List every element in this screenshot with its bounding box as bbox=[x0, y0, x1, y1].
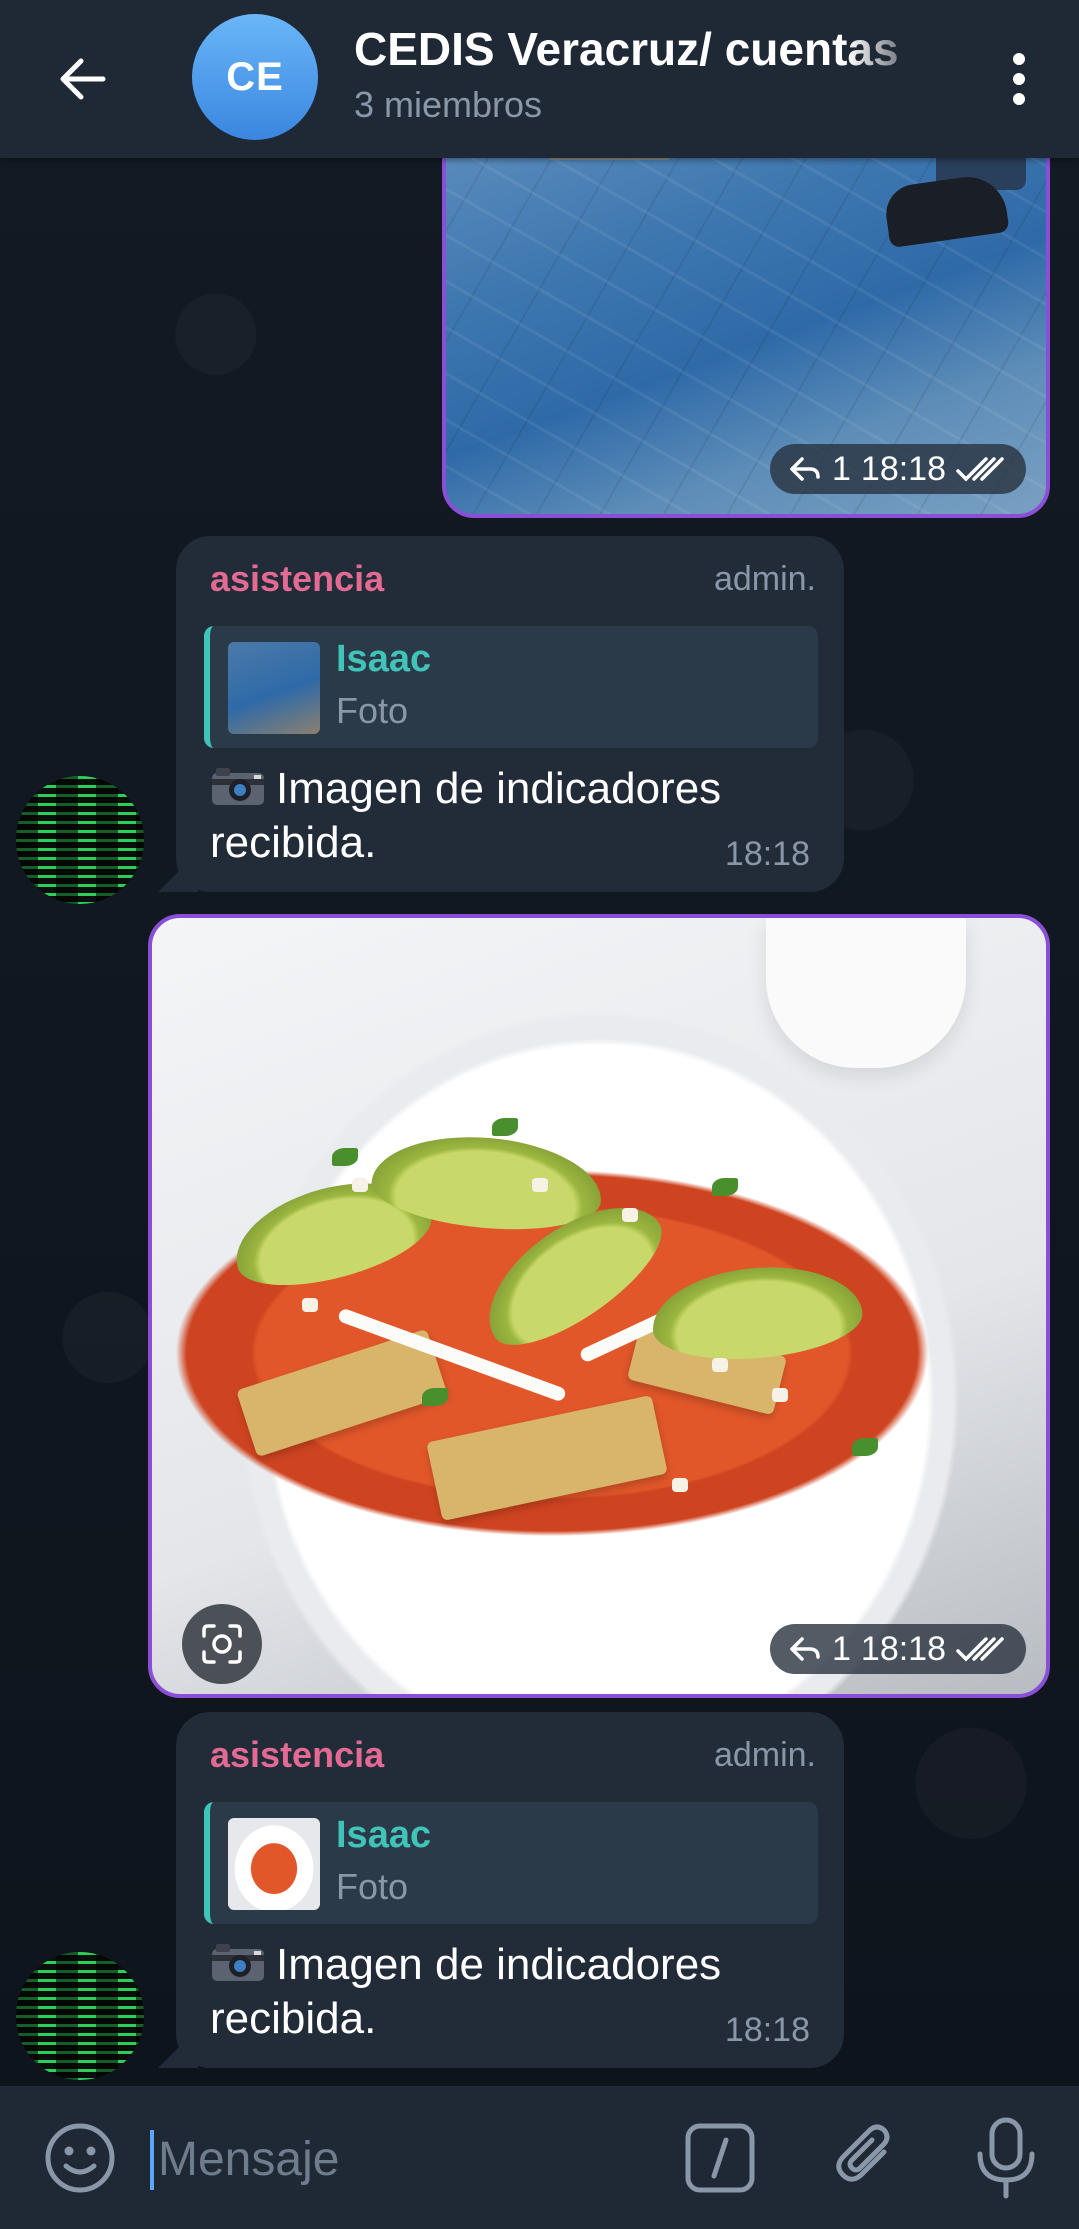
photo-message[interactable]: 1 18:18 bbox=[148, 914, 1050, 1698]
reply-count: 1 bbox=[831, 1629, 851, 1668]
lens-icon bbox=[202, 1624, 242, 1664]
microphone-icon bbox=[977, 2117, 1035, 2199]
photo-message[interactable]: 1 18:18 bbox=[442, 120, 1050, 518]
more-vertical-icon bbox=[1013, 53, 1025, 105]
reply-arrow-icon bbox=[790, 1637, 820, 1661]
reply-count: 1 bbox=[831, 449, 851, 488]
photo-detail bbox=[302, 1298, 318, 1312]
camera-icon bbox=[212, 1944, 264, 1981]
photo-detail bbox=[766, 918, 966, 1068]
chat-header: CE CEDIS Veracruz/ cuentas 3 miembros bbox=[0, 0, 1079, 158]
smiley-icon bbox=[45, 2123, 115, 2193]
photo-detail bbox=[332, 1148, 358, 1166]
sender-name[interactable]: asistencia bbox=[210, 558, 384, 600]
photo-detail bbox=[712, 1178, 738, 1196]
message-body: Imagen de indicadores recibida. bbox=[210, 1938, 810, 2046]
photo-detail bbox=[622, 1208, 638, 1222]
double-check-icon bbox=[956, 1637, 1004, 1662]
bot-commands-button[interactable] bbox=[684, 2122, 756, 2194]
message-meta: 1 18:18 bbox=[769, 444, 1026, 494]
voice-message-button[interactable] bbox=[968, 2114, 1044, 2202]
message-text: Imagen de indicadores recibida. bbox=[210, 764, 722, 867]
reply-type: Foto bbox=[336, 690, 409, 731]
reply-quote[interactable]: Isaac Foto bbox=[204, 1802, 818, 1924]
back-button[interactable] bbox=[48, 44, 118, 114]
reply-quote[interactable]: Isaac Foto bbox=[204, 626, 818, 748]
reply-thumbnail bbox=[228, 642, 320, 734]
message-meta: 1 18:18 bbox=[769, 1624, 1026, 1674]
message-time: 18:18 bbox=[724, 835, 810, 873]
text-message[interactable]: asistencia admin. Isaac Foto Imagen de i… bbox=[158, 536, 844, 892]
photo-detail bbox=[712, 1358, 728, 1372]
message-input[interactable] bbox=[156, 2122, 640, 2196]
camera-icon bbox=[212, 768, 264, 805]
photo-detail bbox=[492, 1118, 518, 1136]
sender-role: admin. bbox=[713, 1736, 816, 1774]
paperclip-icon bbox=[836, 2124, 890, 2182]
sender-avatar[interactable] bbox=[16, 1952, 144, 2080]
message-body: Imagen de indicadores recibida. bbox=[210, 762, 810, 870]
emoji-button[interactable] bbox=[40, 2118, 120, 2198]
back-arrow-icon bbox=[60, 58, 106, 100]
reply-arrow-icon bbox=[790, 457, 820, 481]
message-input-bar bbox=[0, 2086, 1079, 2229]
member-count: 3 miembros bbox=[354, 84, 543, 125]
text-message[interactable]: asistencia admin. Isaac Foto Imagen de i… bbox=[158, 1712, 844, 2068]
double-check-icon bbox=[956, 457, 1004, 482]
reply-author: Isaac bbox=[336, 1814, 432, 1856]
photo-detail bbox=[352, 1178, 368, 1192]
image-search-button[interactable] bbox=[182, 1604, 262, 1684]
sender-name[interactable]: asistencia bbox=[210, 1734, 384, 1776]
reply-author: Isaac bbox=[336, 638, 432, 680]
photo-detail bbox=[672, 1478, 688, 1492]
slash-command-icon bbox=[685, 2123, 755, 2193]
attach-button[interactable] bbox=[830, 2120, 906, 2196]
reply-thumbnail bbox=[228, 1818, 320, 1910]
text-cursor bbox=[150, 2130, 154, 2190]
message-time: 18:18 bbox=[724, 2011, 810, 2049]
photo-detail bbox=[422, 1388, 448, 1406]
photo-detail bbox=[532, 1178, 548, 1192]
group-avatar[interactable]: CE bbox=[192, 14, 318, 140]
reply-type: Foto bbox=[336, 1866, 409, 1907]
sender-avatar[interactable] bbox=[16, 776, 144, 904]
message-text: Imagen de indicadores recibida. bbox=[210, 1940, 722, 2043]
more-options-button[interactable] bbox=[989, 44, 1049, 114]
photo-detail bbox=[852, 1438, 878, 1456]
message-time: 18:18 bbox=[860, 1629, 946, 1668]
photo-detail bbox=[772, 1388, 788, 1402]
message-time: 18:18 bbox=[860, 449, 946, 488]
sender-role: admin. bbox=[713, 560, 816, 598]
chat-title[interactable]: CEDIS Veracruz/ cuentas bbox=[354, 22, 934, 78]
